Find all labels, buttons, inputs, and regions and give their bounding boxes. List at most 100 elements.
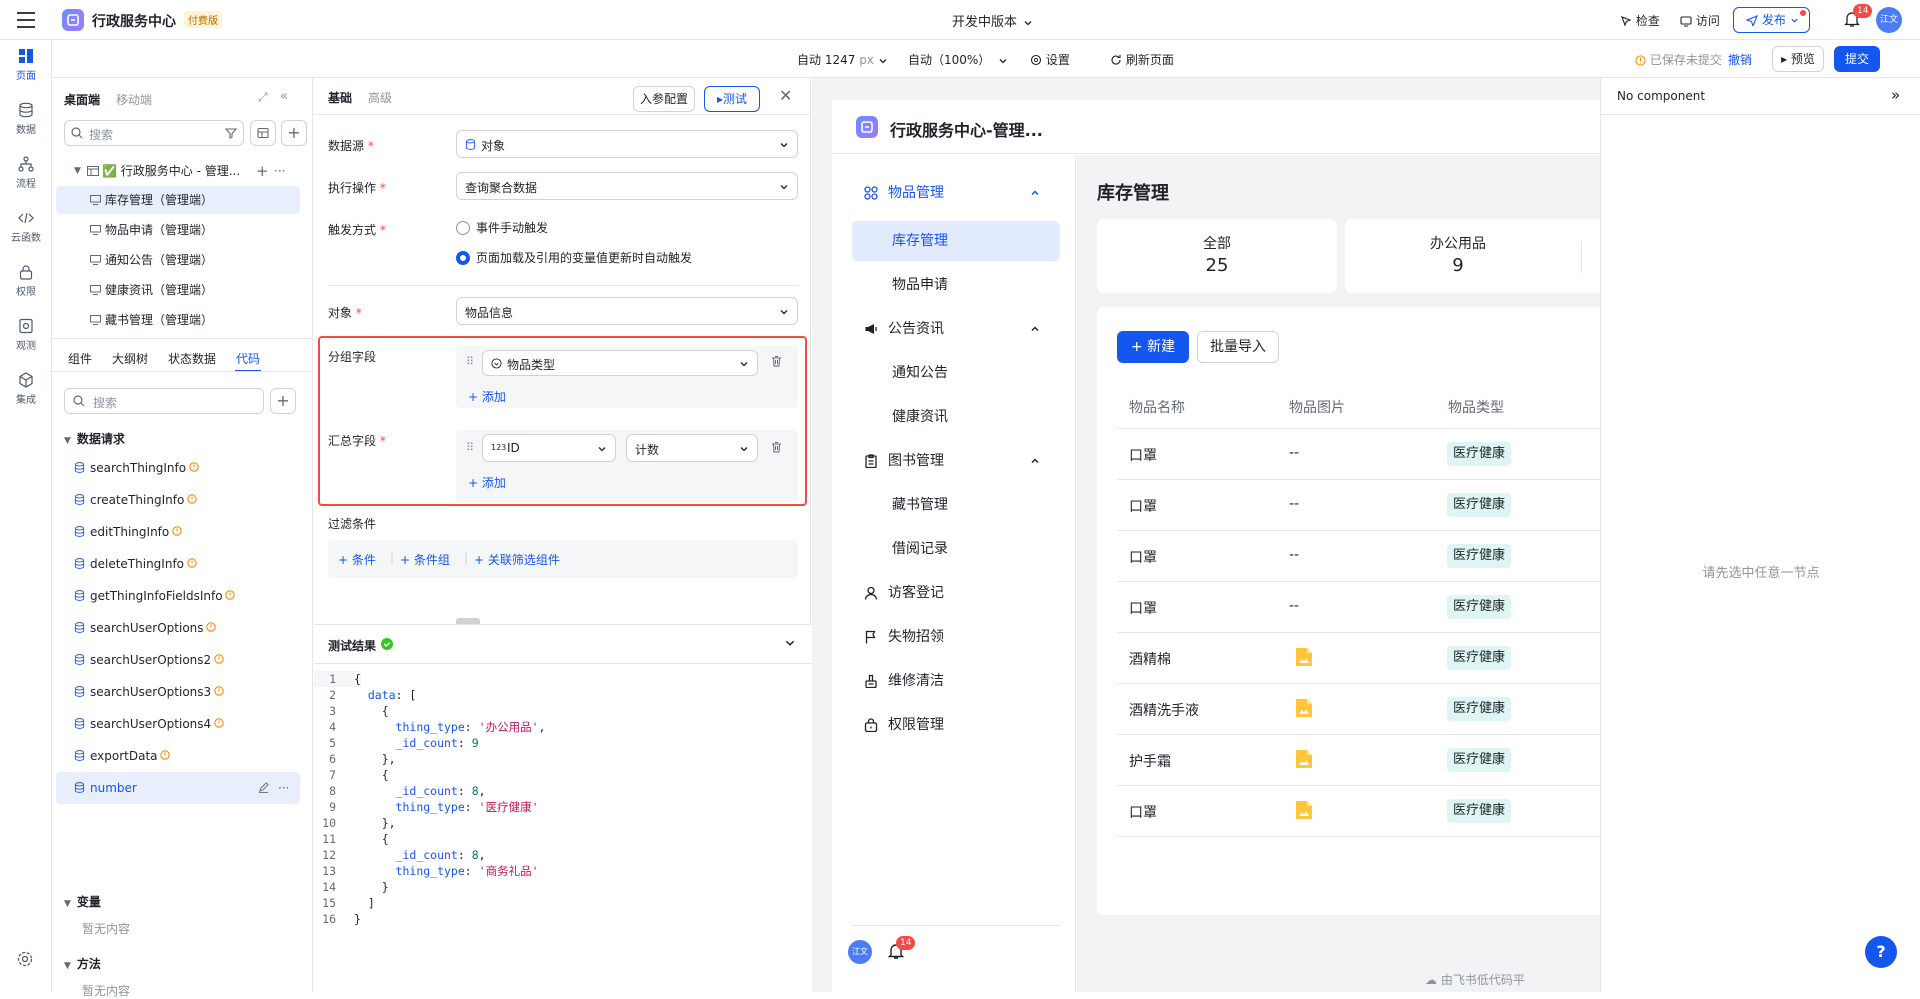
zoom-dropdown[interactable]: 自动（100%） <box>908 51 1008 68</box>
params-config-button[interactable]: 入参配置 <box>633 86 695 112</box>
request-item[interactable]: searchThingInfo <box>52 452 313 484</box>
page-search-input[interactable]: 搜索 <box>64 120 244 146</box>
request-item[interactable]: editThingInfo <box>52 516 313 548</box>
rail-item-monitor[interactable]: 观测 <box>0 318 52 352</box>
close-icon[interactable]: ✕ <box>779 86 792 105</box>
rail-item-integration[interactable]: 集成 <box>0 372 52 406</box>
nav-item-health[interactable]: 健康资讯 <box>852 397 1060 437</box>
table-row[interactable]: 酒精棉 医疗健康 <box>1117 633 1617 684</box>
publish-button[interactable]: 发布 <box>1733 7 1810 33</box>
version-dropdown[interactable]: 开发中版本 <box>952 11 1033 30</box>
request-item[interactable]: deleteThingInfo <box>52 548 313 580</box>
tab-basic[interactable]: 基础 <box>328 89 352 106</box>
tree-root[interactable]: ▼ ✅ 行政服务中心 - 管理... + ··· <box>52 157 313 185</box>
more-icon[interactable]: ··· <box>274 157 285 185</box>
code-viewer[interactable]: 1{2 data: [3 {4 thing_type: '办公用品', 5 _id… <box>314 671 811 991</box>
tree-page-item[interactable]: 藏书管理（管理端） <box>52 306 313 334</box>
table-row[interactable]: 护手霜 医疗健康 <box>1117 735 1617 786</box>
rail-item-page[interactable]: 页面 <box>0 48 52 82</box>
tab-outline[interactable]: 大纲树 <box>112 350 148 367</box>
preview-button[interactable]: ▸ 预览 <box>1772 46 1824 72</box>
request-item[interactable]: searchUserOptions2 <box>52 644 313 676</box>
table-row[interactable]: 口罩 -- 医疗健康 <box>1117 582 1617 633</box>
trigger-auto-radio[interactable]: 页面加载及引用的变量值更新时自动触发 <box>456 249 692 266</box>
rail-item-data[interactable]: 数据 <box>0 102 52 136</box>
nav-item-repair[interactable]: 维修清洁 <box>852 661 1060 701</box>
tree-page-item[interactable]: 库存管理（管理端） <box>56 186 300 214</box>
add-icon[interactable]: + <box>256 157 269 185</box>
nav-group-books[interactable]: 图书管理 <box>852 441 1060 481</box>
tab-desktop[interactable]: 桌面端 <box>64 91 100 108</box>
tab-advanced[interactable]: 高级 <box>368 89 392 106</box>
operation-select[interactable]: 查询聚合数据 <box>456 172 798 200</box>
nav-group-items[interactable]: 物品管理 <box>852 173 1060 213</box>
tab-components[interactable]: 组件 <box>68 350 92 367</box>
nav-item-lost[interactable]: 失物招领 <box>852 617 1060 657</box>
tab-mobile[interactable]: 移动端 <box>116 91 152 108</box>
test-button[interactable]: ▸测试 <box>704 86 760 112</box>
add-condition-link[interactable]: + 条件 <box>338 551 376 568</box>
request-item[interactable]: searchUserOptions <box>52 612 313 644</box>
request-item[interactable]: searchUserOptions4 <box>52 708 313 740</box>
tab-state[interactable]: 状态数据 <box>168 350 216 367</box>
rail-item-permission[interactable]: 权限 <box>0 264 52 298</box>
add-code-button[interactable]: + <box>270 388 296 414</box>
width-dropdown[interactable]: 自动 1247 px <box>797 51 888 68</box>
nav-item-inventory[interactable]: 库存管理 <box>852 221 1060 261</box>
request-item[interactable]: exportData <box>52 740 313 772</box>
edit-icon[interactable] <box>258 782 269 793</box>
drag-handle-icon[interactable]: ⠿ <box>466 355 474 368</box>
stat-card-office[interactable]: 办公用品 9 <box>1345 219 1600 293</box>
inspect-button[interactable]: 检查 <box>1620 12 1660 29</box>
summary-field-select[interactable]: 123 ID <box>482 434 616 462</box>
table-row[interactable]: 口罩 -- 医疗健康 <box>1117 429 1617 480</box>
nav-item-permission[interactable]: 权限管理 <box>852 705 1060 745</box>
trigger-manual-radio[interactable]: 事件手动触发 <box>456 219 548 236</box>
collapse-panel-icon[interactable]: » <box>1891 86 1900 104</box>
nav-item-borrow[interactable]: 借阅记录 <box>852 529 1060 569</box>
menu-icon[interactable] <box>16 11 36 29</box>
trash-icon[interactable] <box>771 441 782 453</box>
filter-icon[interactable] <box>225 127 237 139</box>
add-condition-group-link[interactable]: + 条件组 <box>400 551 450 568</box>
settings-button[interactable]: 设置 <box>1030 51 1070 68</box>
layout-button[interactable] <box>250 120 276 146</box>
refresh-button[interactable]: 刷新页面 <box>1110 51 1174 68</box>
tree-page-item[interactable]: 健康资讯（管理端） <box>52 276 313 304</box>
new-button[interactable]: + 新建 <box>1117 331 1189 363</box>
linked-filter-link[interactable]: + 关联筛选组件 <box>474 551 560 568</box>
gear-icon[interactable] <box>16 950 34 968</box>
chevron-down-icon[interactable] <box>784 637 796 649</box>
section-variables[interactable]: ▼ 变量 <box>64 893 101 910</box>
stat-card-all[interactable]: 全部 25 <box>1097 219 1337 293</box>
tab-code[interactable]: 代码 <box>236 350 260 367</box>
rail-item-function[interactable]: 云函数 <box>0 210 52 244</box>
object-select[interactable]: 物品信息 <box>456 297 798 325</box>
table-row[interactable]: 口罩 医疗健康 <box>1117 786 1617 837</box>
import-button[interactable]: 批量导入 <box>1197 331 1279 363</box>
section-methods[interactable]: ▼ 方法 <box>64 955 101 972</box>
section-data-requests[interactable]: ▼ 数据请求 <box>64 430 125 447</box>
trash-icon[interactable] <box>771 355 782 367</box>
summary-func-select[interactable]: 计数 <box>626 434 758 462</box>
submit-button[interactable]: 提交 <box>1834 46 1880 72</box>
undo-link[interactable]: 撤销 <box>1728 51 1752 68</box>
datasource-select[interactable]: 对象 <box>456 130 798 158</box>
nav-item-apply[interactable]: 物品申请 <box>852 265 1060 305</box>
request-item[interactable]: getThingInfoFieldsInfo <box>52 580 313 612</box>
visit-button[interactable]: 访问 <box>1680 12 1720 29</box>
group-field-select[interactable]: 物品类型 <box>482 350 758 376</box>
add-summary-field-link[interactable]: + 添加 <box>468 474 506 491</box>
request-item[interactable]: createThingInfo <box>52 484 313 516</box>
nav-group-announce[interactable]: 公告资讯 <box>852 309 1060 349</box>
add-page-button[interactable]: + <box>281 120 307 146</box>
tree-page-item[interactable]: 物品申请（管理端） <box>52 216 313 244</box>
help-icon[interactable]: ? <box>1865 936 1897 968</box>
more-icon[interactable]: ··· <box>278 772 289 804</box>
request-item[interactable]: searchUserOptions3 <box>52 676 313 708</box>
avatar[interactable]: 江文 <box>848 940 872 964</box>
avatar[interactable]: 江文 <box>1876 7 1902 33</box>
rail-item-flow[interactable]: 流程 <box>0 156 52 190</box>
drag-handle-icon[interactable]: ⠿ <box>466 441 474 454</box>
expand-icon[interactable]: ⤢ <box>258 90 268 105</box>
